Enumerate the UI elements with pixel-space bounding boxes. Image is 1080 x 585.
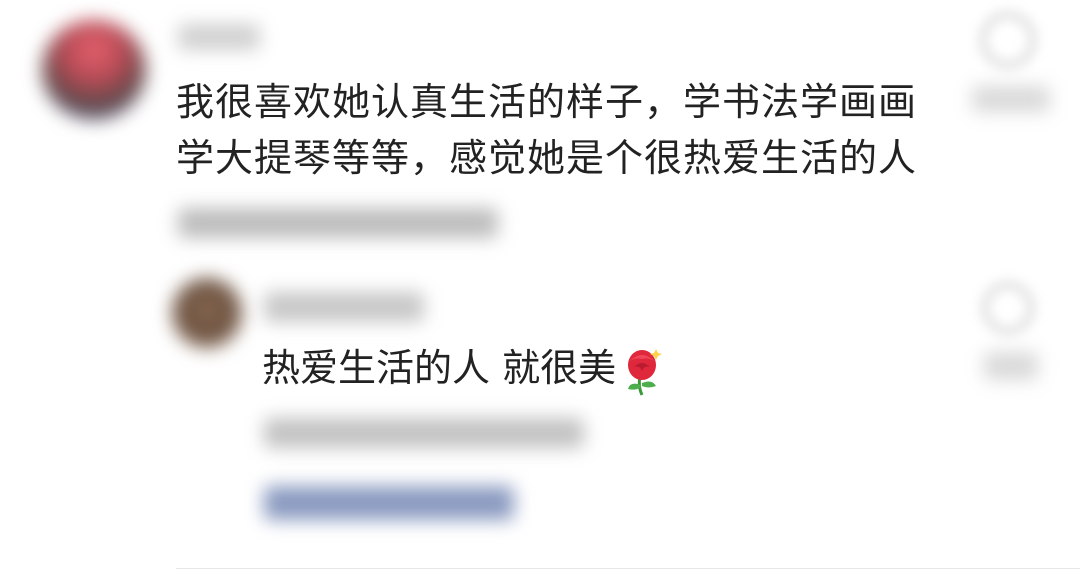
reply-content: 热爱生活的人 就很美 — [262, 340, 664, 397]
reply-username-blurred[interactable] — [264, 292, 424, 322]
like-icon[interactable] — [980, 12, 1036, 68]
rose-icon — [620, 345, 664, 397]
comment-meta-blurred — [178, 208, 498, 238]
reply-like-icon[interactable] — [982, 282, 1034, 334]
reply-like-count-blurred — [984, 352, 1038, 380]
comment-thread: 我很喜欢她认真生活的样子，学书法学画画学大提琴等等，感觉她是个很热爱生活的人 热… — [0, 0, 1080, 585]
comment-text: 我很喜欢她认真生活的样子，学书法学画画学大提琴等等，感觉她是个很热爱生活的人 — [176, 80, 918, 180]
reply-avatar[interactable] — [172, 278, 242, 348]
divider — [176, 568, 1080, 569]
username-blurred[interactable] — [178, 24, 260, 50]
expand-replies-blurred[interactable] — [264, 486, 514, 520]
reply-text: 热爱生活的人 就很美 — [262, 346, 617, 390]
reply-meta-blurred — [264, 418, 584, 448]
avatar[interactable] — [42, 20, 146, 120]
like-count-blurred — [972, 86, 1050, 112]
